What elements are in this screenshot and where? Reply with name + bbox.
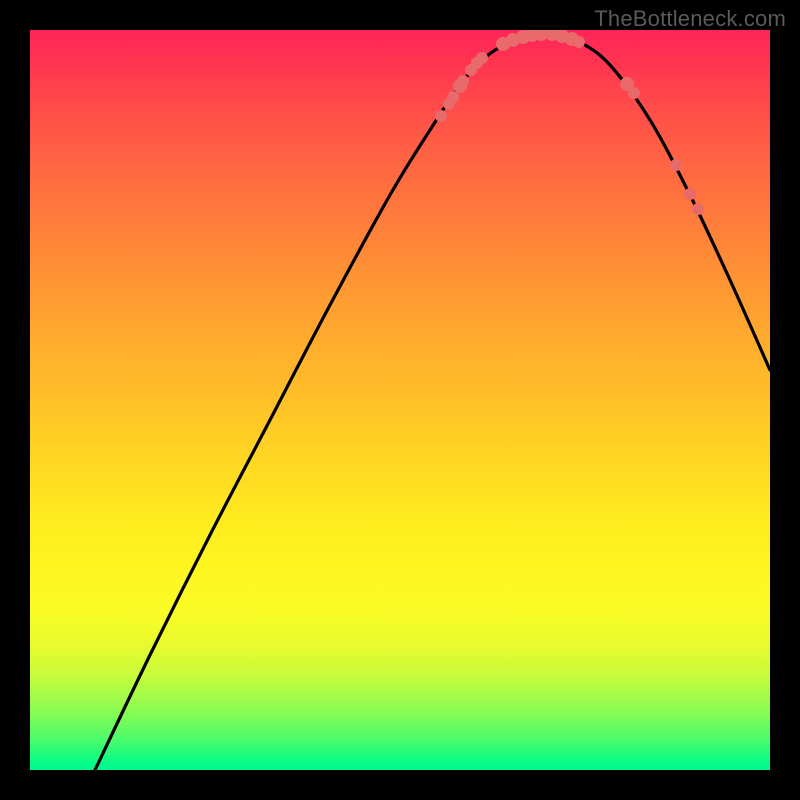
data-marker [435, 110, 447, 122]
data-marker [447, 91, 459, 103]
data-marker [476, 52, 488, 64]
data-marker [692, 203, 704, 215]
data-marker [670, 159, 682, 171]
data-marker [628, 87, 640, 99]
data-marker [573, 36, 585, 48]
bottleneck-curve [95, 34, 770, 770]
plot-area [30, 30, 770, 770]
data-marker [457, 75, 469, 87]
curve-layer [95, 34, 770, 770]
marker-layer [435, 30, 704, 215]
watermark-text: TheBottleneck.com [594, 6, 786, 32]
data-marker [684, 188, 696, 200]
chart-svg [30, 30, 770, 770]
